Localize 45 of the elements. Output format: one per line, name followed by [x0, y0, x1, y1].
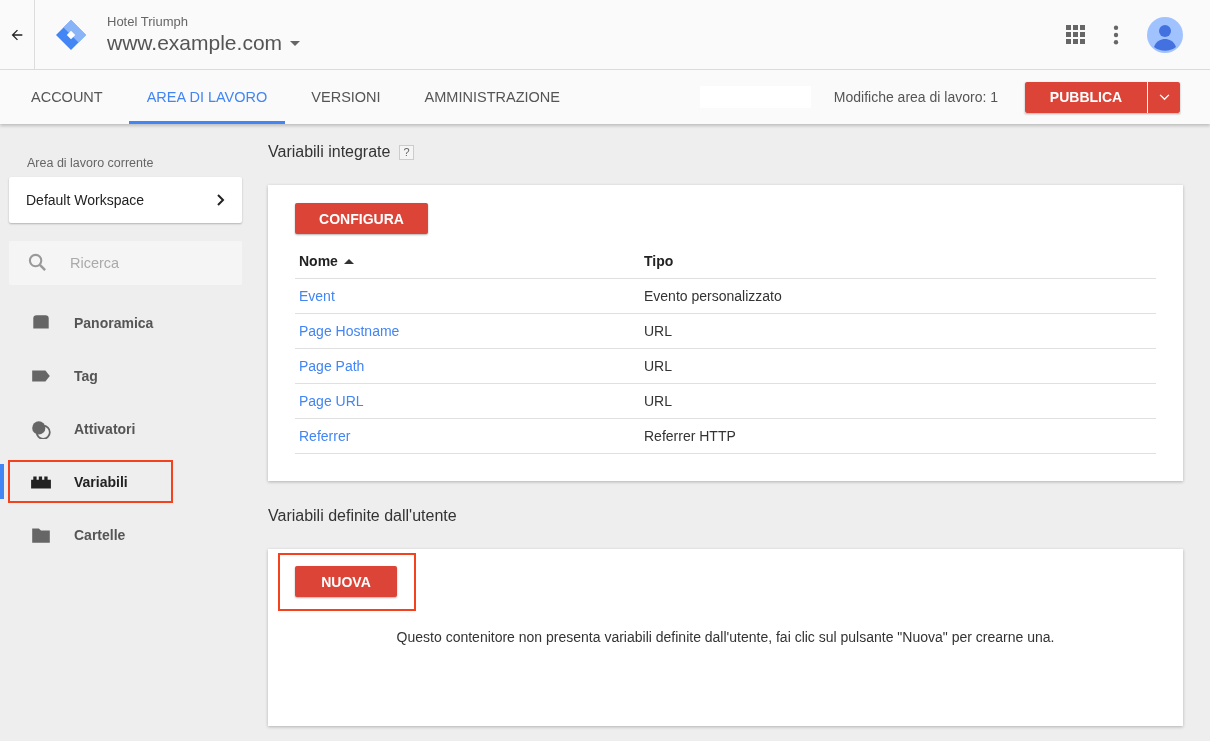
search-field[interactable]: Ricerca	[9, 241, 242, 285]
variable-link[interactable]: Referrer	[299, 428, 351, 444]
sort-ascending-icon	[343, 258, 354, 264]
table-cell-text: URL	[644, 358, 673, 374]
table-cell-text: URL	[644, 323, 673, 339]
workspace-label: Area di lavoro corrente	[27, 156, 155, 170]
nav-item[interactable]: Panoramica	[30, 304, 154, 341]
chevron-right-icon	[217, 194, 225, 206]
column-header: Tipo	[644, 253, 675, 269]
variable-link[interactable]: Event	[299, 288, 335, 304]
variable-link[interactable]: Page Path	[299, 358, 365, 374]
help-button[interactable]: ?	[399, 144, 414, 160]
selection-indicator	[0, 464, 4, 499]
section-title: Variabili definite dall'utente	[268, 507, 457, 525]
overlapping-circles-icon	[30, 418, 52, 439]
column-header[interactable]: Nome	[299, 253, 644, 269]
workspace-changes: Modifiche area di lavoro: 1	[833, 89, 998, 105]
empty-message: Questo contenitore non presenta variabili definite dall'utente, fai clic sul pulsante "Nuova" per crearne una.	[395, 629, 1056, 645]
nav-item[interactable]: Cartelle	[30, 516, 126, 553]
avatar-silhouette-icon[interactable]	[1147, 16, 1183, 53]
dropdown-caret-icon[interactable]	[290, 40, 301, 46]
table-cell-text: URL	[644, 393, 673, 409]
workspace-selector[interactable]: Default Workspace	[9, 177, 242, 223]
publish-menu-button[interactable]	[1148, 81, 1180, 113]
nav-item[interactable]: Variabili	[30, 463, 128, 500]
tab[interactable]: AREA DI LAVORO	[128, 70, 286, 124]
account-name: Hotel Triumph	[107, 14, 189, 29]
chevron-down-icon	[1158, 93, 1170, 101]
variable-link[interactable]: Page URL	[299, 393, 364, 409]
container-name[interactable]: www.example.com	[107, 31, 283, 55]
variable-link[interactable]: Page Hostname	[299, 323, 400, 339]
nav-item[interactable]: Tag	[30, 357, 98, 394]
apps-grid-icon[interactable]	[1066, 25, 1085, 44]
diamond-logo-icon	[55, 18, 87, 51]
tab[interactable]: ACCOUNT	[13, 70, 121, 124]
configure-button[interactable]: CONFIGURA	[295, 203, 428, 234]
section-title: Variabili integrate	[268, 143, 391, 161]
table-cell-text: Evento personalizzato	[644, 288, 783, 304]
table-cell-text: Referrer HTTP	[644, 428, 737, 444]
new-button[interactable]: NUOVA	[295, 566, 397, 597]
publish-button[interactable]: PUBBLICA	[1025, 81, 1147, 113]
nav-item[interactable]: Attivatori	[30, 410, 136, 447]
tab[interactable]: VERSIONI	[293, 70, 399, 124]
more-options-icon[interactable]	[1113, 24, 1119, 45]
tab[interactable]: AMMINISTRAZIONE	[406, 70, 578, 124]
